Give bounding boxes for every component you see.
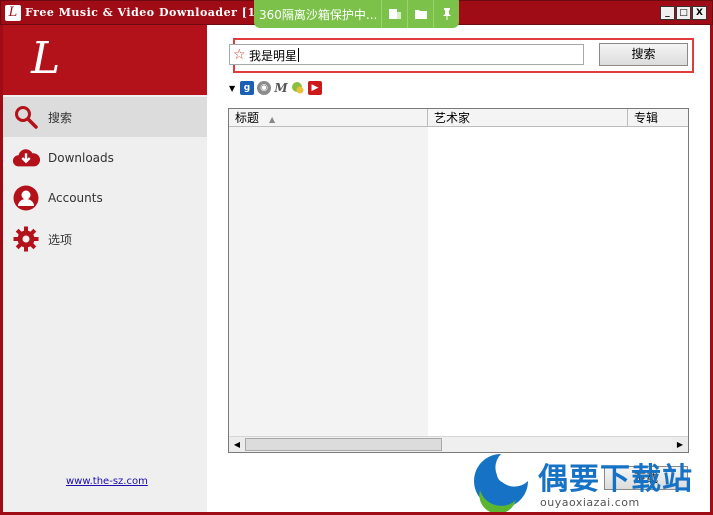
sidebar-item-downloads[interactable]: Downloads xyxy=(3,138,207,178)
youtube-icon[interactable]: ▶ xyxy=(308,81,322,95)
site-watermark: 偶要下载站 ouyaoxiazai.com xyxy=(470,448,710,514)
sidebar-item-label: 搜索 xyxy=(48,110,73,125)
sidebar-item-search[interactable]: 搜索 xyxy=(3,97,207,137)
minimize-button[interactable]: _ xyxy=(660,6,675,20)
close-button[interactable]: X xyxy=(692,6,707,20)
sidebar-item-label: Accounts xyxy=(48,191,103,205)
window-controls: _ □ X xyxy=(660,6,707,20)
user-icon xyxy=(12,184,40,212)
sidebar: L 搜索 Downloads Accounts 选项 www.the-sz.co… xyxy=(3,25,207,512)
download-cloud-icon xyxy=(12,144,40,172)
sandbox-manage-button[interactable] xyxy=(381,0,407,28)
search-icon xyxy=(12,103,40,131)
column-header-artist[interactable]: 艺术家 xyxy=(428,109,628,127)
favorite-star-icon[interactable]: ☆ xyxy=(233,47,246,63)
app-logo: L xyxy=(31,33,61,84)
sidebar-item-label: Downloads xyxy=(48,151,114,165)
folder-icon xyxy=(414,10,427,19)
watermark-url: ouyaoxiazai.com xyxy=(540,496,640,509)
search-button[interactable]: 搜索 xyxy=(599,43,688,66)
dropdown-caret-icon[interactable]: ▼ xyxy=(229,84,237,93)
sandbox-bar: 360隔离沙箱保护中... xyxy=(254,0,459,28)
column-header-label: 艺术家 xyxy=(434,111,471,125)
results-table[interactable]: 标题 ▲ 艺术家 专辑 ◀ ▶ xyxy=(228,108,689,453)
sidebar-item-label: 选项 xyxy=(48,232,73,247)
sandbox-status-text: 360隔离沙箱保护中... xyxy=(259,7,378,22)
column-header-label: 标题 xyxy=(235,111,260,125)
text-caret xyxy=(298,48,299,62)
scroll-left-arrow-icon[interactable]: ◀ xyxy=(229,437,245,452)
sidebar-item-accounts[interactable]: Accounts xyxy=(3,178,207,218)
manage-icon xyxy=(388,9,401,19)
jamendo-icon[interactable] xyxy=(291,81,305,95)
column-header-label: 专辑 xyxy=(634,111,659,125)
search-input[interactable]: ☆ 我是明星 xyxy=(229,44,584,65)
watermark-title: 偶要下载站 xyxy=(538,462,693,497)
maximize-button[interactable]: □ xyxy=(676,6,691,20)
column-header-title[interactable]: 标题 ▲ xyxy=(229,109,428,127)
column-header-album[interactable]: 专辑 xyxy=(628,109,688,127)
source-selector: ▼ g ◉ M ▶ xyxy=(229,80,322,96)
scrollbar-thumb[interactable] xyxy=(245,438,442,451)
sort-ascending-icon: ▲ xyxy=(269,115,276,124)
sidebar-item-options[interactable]: 选项 xyxy=(3,219,207,259)
watermark-logo-icon xyxy=(474,454,528,512)
gear-icon xyxy=(12,225,40,253)
website-link[interactable]: www.the-sz.com xyxy=(66,476,148,487)
sandbox-folder-button[interactable] xyxy=(407,0,433,28)
window-title: Free Music & Video Downloader [1. xyxy=(25,6,260,19)
first-column-background xyxy=(229,127,428,436)
pin-icon xyxy=(442,8,451,20)
cd-icon[interactable]: ◉ xyxy=(257,81,271,95)
app-icon[interactable]: L xyxy=(5,5,21,21)
table-header: 标题 ▲ 艺术家 专辑 xyxy=(229,109,688,127)
myspace-icon[interactable]: M xyxy=(274,81,288,95)
logo-panel: L xyxy=(3,25,207,95)
sandbox-pin-button[interactable] xyxy=(433,0,459,28)
search-input-value: 我是明星 xyxy=(249,49,298,63)
grooveshark-icon[interactable]: g xyxy=(240,81,254,95)
